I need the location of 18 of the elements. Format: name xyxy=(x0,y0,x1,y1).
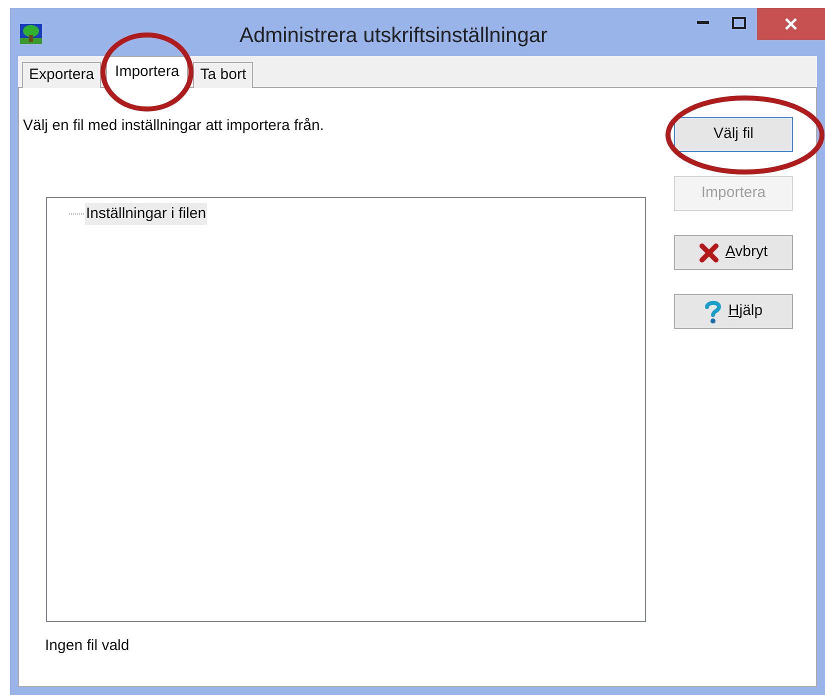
instruction-text: Välj en fil med inställningar att importera från. xyxy=(23,116,325,136)
question-mark-icon xyxy=(704,300,722,324)
status-text: Ingen fil vald xyxy=(45,636,130,656)
minimize-icon xyxy=(697,21,709,25)
dialog-button[interactable]: Välj fil xyxy=(674,117,793,152)
window-title: Administrera utskriftsinställningar xyxy=(238,23,549,49)
tree-icon xyxy=(20,24,42,44)
dialog-button[interactable]: Avbryt xyxy=(674,235,793,270)
maximize-icon xyxy=(732,17,746,29)
tab[interactable]: Ta bort xyxy=(193,62,254,88)
close-icon xyxy=(785,18,797,30)
cross-icon xyxy=(699,242,720,262)
dialog-button[interactable]: Hjälp xyxy=(674,294,793,329)
tree-item[interactable]: Inställningar i filen xyxy=(85,202,208,225)
close-button[interactable] xyxy=(757,8,825,40)
tab[interactable]: Importera xyxy=(106,56,188,88)
tree-line xyxy=(69,212,85,215)
tab[interactable]: Exportera xyxy=(22,62,102,88)
